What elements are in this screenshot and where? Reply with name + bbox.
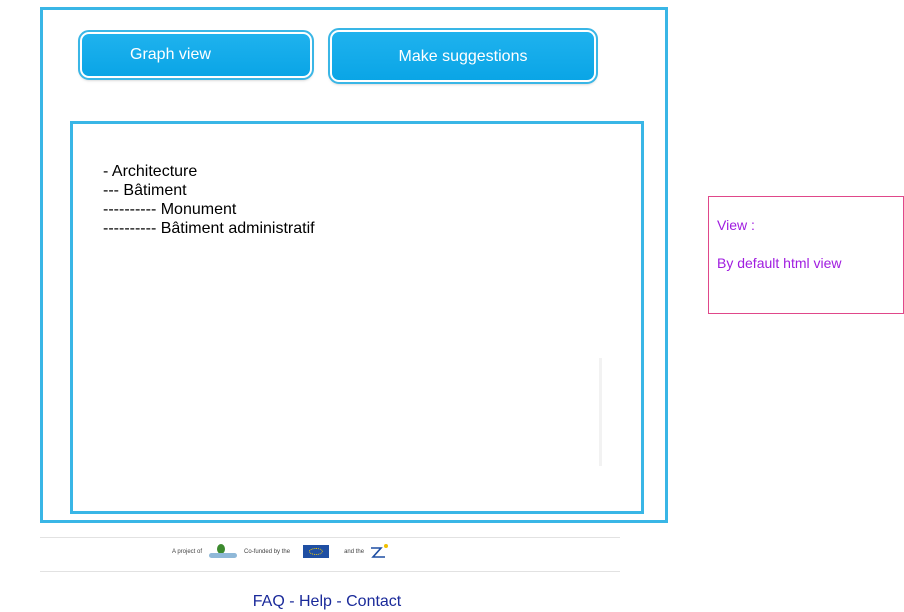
footer-separator: - — [284, 593, 299, 610]
tree-item[interactable]: - Architecture — [103, 162, 315, 181]
partner-strip: A project of Co-funded by the and the — [172, 542, 391, 562]
concept-tree: - Architecture --- Bâtiment ---------- M… — [103, 162, 315, 238]
html-view-panel: - Architecture --- Bâtiment ---------- M… — [70, 121, 644, 514]
panel-scrollbar[interactable] — [599, 358, 602, 466]
and-the-text: and the — [344, 549, 365, 555]
partner-logo-icon — [371, 544, 389, 558]
project-logo-icon — [205, 544, 241, 560]
tree-item[interactable]: ---------- Bâtiment administratif — [103, 219, 315, 238]
help-link[interactable]: Help — [299, 593, 332, 610]
tree-item[interactable]: --- Bâtiment — [103, 181, 315, 200]
eu-flag-icon — [293, 542, 341, 562]
note-title: View : — [717, 217, 755, 233]
make-suggestions-button[interactable]: Make suggestions — [328, 28, 598, 84]
graph-view-button[interactable]: Graph view — [78, 30, 314, 80]
faq-link[interactable]: FAQ — [253, 593, 285, 610]
cofunded-text: Co-funded by the — [244, 549, 291, 555]
footer-links: FAQ - Help - Contact — [0, 593, 654, 611]
tree-item[interactable]: ---------- Monument — [103, 200, 315, 219]
divider — [40, 571, 620, 572]
annotation-note: View : By default html view — [708, 196, 904, 314]
project-of-text: A project of — [172, 549, 203, 555]
contact-link[interactable]: Contact — [346, 593, 401, 610]
page: Graph view Make suggestions - Architectu… — [0, 0, 904, 612]
note-text: By default html view — [717, 255, 842, 271]
divider — [40, 537, 620, 538]
footer-separator: - — [331, 593, 347, 610]
